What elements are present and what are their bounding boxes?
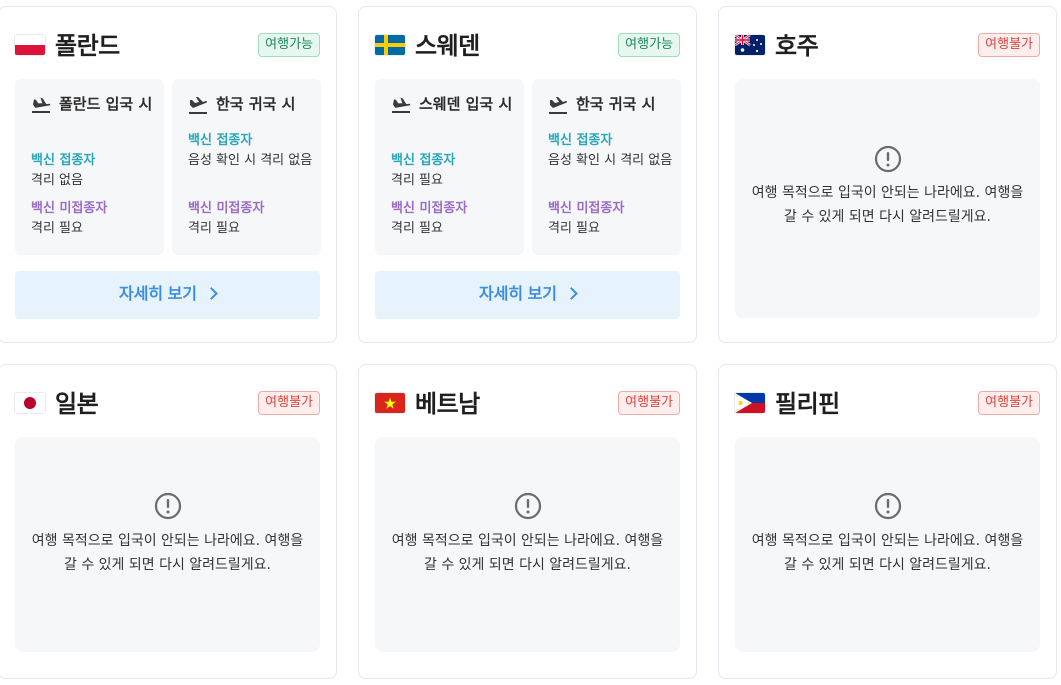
notice-text: 여행 목적으로 입국이 안되는 나라에요. 여행을 갈 수 있게 되면 다시 알…	[751, 185, 1024, 225]
country-name: 폴란드	[55, 32, 120, 60]
country-card-philippines: 필리핀 여행불가 여행 목적으로 입국이 안되는 나라에요. 여행을 갈 수 있…	[718, 364, 1057, 679]
status-badge: 여행불가	[978, 33, 1040, 57]
notice-text: 여행 목적으로 입국이 안되는 나라에요. 여행을 갈 수 있게 되면 다시 알…	[31, 533, 304, 573]
card-header: 폴란드 여행가능	[0, 31, 336, 61]
info-row: 스웨덴 입국 시 백신 접종자 격리 필요 백신 미접종자 격리 필요 한국 귀…	[375, 79, 681, 255]
country-name: 스웨덴	[415, 32, 480, 60]
entry-title: 스웨덴 입국 시	[419, 95, 513, 113]
return-title: 한국 귀국 시	[216, 95, 296, 113]
return-title: 한국 귀국 시	[576, 95, 656, 113]
country-name: 호주	[775, 32, 819, 60]
flag-sweden-icon	[375, 35, 405, 55]
card-header: 필리핀 여행불가	[719, 389, 1056, 419]
vaccinated-value: 음성 확인 시 격리 없음	[548, 153, 673, 168]
vaccinated-value: 격리 없음	[31, 173, 83, 188]
unvaccinated-label: 백신 미접종자	[391, 201, 468, 216]
country-name: 필리핀	[775, 390, 840, 418]
unvaccinated-label: 백신 미접종자	[548, 201, 625, 216]
plane-landing-icon	[392, 97, 411, 113]
exclamation-circle-icon	[514, 492, 541, 520]
status-badge: 여행불가	[618, 391, 680, 415]
vaccinated-label: 백신 접종자	[548, 133, 613, 148]
flag-poland-icon	[15, 35, 45, 55]
chevron-right-icon	[565, 287, 578, 300]
country-card-poland: 폴란드 여행가능 폴란드 입국 시 백신 접종자 격리 없음 백신 미접종자 격…	[0, 6, 337, 343]
unvaccinated-label: 백신 미접종자	[188, 201, 265, 216]
info-row: 폴란드 입국 시 백신 접종자 격리 없음 백신 미접종자 격리 필요 한국 귀…	[15, 79, 321, 255]
vaccinated-value: 격리 필요	[391, 173, 443, 188]
unvaccinated-label: 백신 미접종자	[31, 201, 108, 216]
return-info: 한국 귀국 시 백신 접종자 음성 확인 시 격리 없음 백신 미접종자 격리 …	[532, 79, 681, 255]
entry-info: 폴란드 입국 시 백신 접종자 격리 없음 백신 미접종자 격리 필요	[15, 79, 164, 255]
details-button[interactable]: 자세히 보기	[15, 271, 320, 319]
chevron-right-icon	[205, 287, 218, 300]
status-badge: 여행가능	[618, 33, 680, 57]
country-name: 일본	[55, 390, 99, 418]
entry-title: 폴란드 입국 시	[59, 95, 153, 113]
country-card-japan: 일본 여행불가 여행 목적으로 입국이 안되는 나라에요. 여행을 갈 수 있게…	[0, 364, 337, 679]
details-button-label: 자세히 보기	[478, 286, 558, 303]
unavailable-notice: 여행 목적으로 입국이 안되는 나라에요. 여행을 갈 수 있게 되면 다시 알…	[15, 437, 320, 652]
card-header: 일본 여행불가	[0, 389, 336, 419]
vaccinated-label: 백신 접종자	[188, 133, 253, 148]
unvaccinated-value: 격리 필요	[391, 221, 443, 236]
flag-vietnam-icon	[375, 393, 405, 413]
flag-japan-icon	[15, 393, 45, 413]
card-header: 스웨덴 여행가능	[359, 31, 696, 61]
unavailable-notice: 여행 목적으로 입국이 안되는 나라에요. 여행을 갈 수 있게 되면 다시 알…	[735, 79, 1040, 318]
flag-australia-icon	[735, 35, 765, 55]
exclamation-circle-icon	[874, 145, 901, 173]
return-info: 한국 귀국 시 백신 접종자 음성 확인 시 격리 없음 백신 미접종자 격리 …	[172, 79, 321, 255]
details-button[interactable]: 자세히 보기	[375, 271, 680, 319]
vaccinated-label: 백신 접종자	[391, 153, 456, 168]
entry-info: 스웨덴 입국 시 백신 접종자 격리 필요 백신 미접종자 격리 필요	[375, 79, 524, 255]
country-card-sweden: 스웨덴 여행가능 스웨덴 입국 시 백신 접종자 격리 필요 백신 미접종자 격…	[358, 6, 697, 343]
notice-text: 여행 목적으로 입국이 안되는 나라에요. 여행을 갈 수 있게 되면 다시 알…	[751, 533, 1024, 573]
plane-takeoff-icon	[189, 97, 208, 114]
exclamation-circle-icon	[154, 492, 181, 520]
country-name: 베트남	[415, 390, 480, 418]
country-card-australia: 호주 여행불가 여행 목적으로 입국이 안되는 나라에요. 여행을 갈 수 있게…	[718, 6, 1057, 343]
unvaccinated-value: 격리 필요	[548, 221, 600, 236]
unavailable-notice: 여행 목적으로 입국이 안되는 나라에요. 여행을 갈 수 있게 되면 다시 알…	[375, 437, 680, 652]
flag-philippines-icon	[735, 393, 765, 413]
details-button-label: 자세히 보기	[118, 286, 198, 303]
card-header: 호주 여행불가	[719, 31, 1056, 61]
status-badge: 여행가능	[258, 33, 320, 57]
status-badge: 여행불가	[978, 391, 1040, 415]
vaccinated-value: 음성 확인 시 격리 없음	[188, 153, 313, 168]
plane-takeoff-icon	[549, 97, 568, 114]
unvaccinated-value: 격리 필요	[31, 221, 83, 236]
plane-landing-icon	[32, 97, 51, 113]
unavailable-notice: 여행 목적으로 입국이 안되는 나라에요. 여행을 갈 수 있게 되면 다시 알…	[735, 437, 1040, 652]
exclamation-circle-icon	[874, 492, 901, 520]
status-badge: 여행불가	[258, 391, 320, 415]
vaccinated-label: 백신 접종자	[31, 153, 96, 168]
notice-text: 여행 목적으로 입국이 안되는 나라에요. 여행을 갈 수 있게 되면 다시 알…	[391, 533, 664, 573]
unvaccinated-value: 격리 필요	[188, 221, 240, 236]
country-card-vietnam: 베트남 여행불가 여행 목적으로 입국이 안되는 나라에요. 여행을 갈 수 있…	[358, 364, 697, 679]
card-header: 베트남 여행불가	[359, 389, 696, 419]
